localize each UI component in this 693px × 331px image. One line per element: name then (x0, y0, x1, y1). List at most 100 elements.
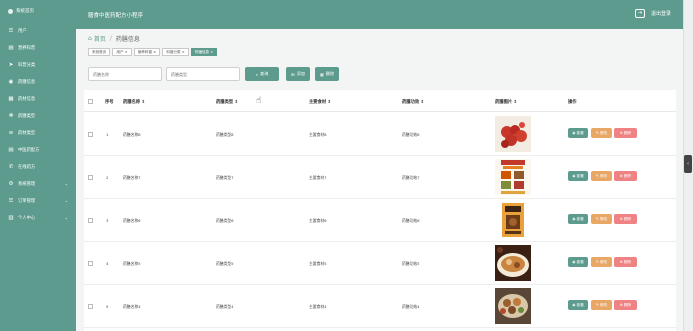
row-ingredient: 主要食材8 (309, 132, 327, 137)
row-name: 药膳名称8 (123, 132, 141, 137)
query-button[interactable]: ⌕ 查询 (245, 67, 279, 81)
header-type[interactable]: 药膳类型 ⇕ (216, 99, 238, 105)
logout-button[interactable]: ⇥ 退出登录 (634, 9, 671, 18)
edit-button[interactable]: ✎ 修改 (591, 214, 612, 224)
header-image[interactable]: 药膳图片 ⇕ (495, 99, 517, 105)
sidebar-item-category[interactable]: ➤ 科普分类 (0, 56, 76, 73)
sidebar-item-herbs[interactable]: ▦ 药材信息 (0, 90, 76, 107)
grid-icon: ▦ (8, 95, 14, 102)
sidebar-brand[interactable]: 系统首页 (0, 0, 76, 22)
eye-icon: ◉ (572, 260, 576, 264)
header-ingredient[interactable]: 主要食材 ⇕ (309, 99, 331, 105)
delete-button[interactable]: ⊗ 删除 (614, 257, 637, 267)
sidebar-item-label: 药材类型 (18, 130, 36, 136)
home-icon (8, 8, 13, 14)
view-button[interactable]: ◉ 查看 (568, 128, 588, 138)
delete-label: 删除 (325, 71, 335, 76)
delete-button[interactable]: ⊗ 删除 (614, 214, 637, 224)
delete-label: 删除 (623, 130, 632, 135)
sidebar-item-orders[interactable]: ☰ 订单管理 ⌄ (0, 192, 76, 209)
view-label: 查看 (576, 130, 584, 135)
diet-type-search-input[interactable] (166, 67, 240, 81)
trash-icon: ⊗ (619, 303, 623, 307)
row-checkbox[interactable] (88, 175, 93, 180)
sidebar-item-nutrition[interactable]: ▤ 营养科普 (0, 39, 76, 56)
search-icon: ⌕ (255, 71, 258, 77)
trash-icon: ⊗ (619, 131, 623, 135)
row-checkbox[interactable] (88, 132, 93, 137)
breadcrumb-home[interactable]: 首页 (94, 34, 106, 43)
table-row: 1 药膳名称8 药膳类型8 主要食材8 药膳功效8 ◉ 查看 ✎ 修改 ⊗ 删除 (84, 113, 676, 156)
bars-icon: ≡ (8, 129, 14, 136)
row-effect: 药膳功效8 (402, 132, 420, 137)
row-checkbox[interactable] (88, 218, 93, 223)
row-name: 药膳名称4 (123, 304, 141, 309)
delete-label: 删除 (623, 216, 632, 221)
header-effect[interactable]: 药膳功效 ⇕ (402, 99, 424, 105)
tag-medicated-diet[interactable]: 药膳信息 × (190, 48, 218, 56)
sidebar-item-label: 中医药配方 (18, 147, 40, 153)
diet-image (495, 202, 531, 238)
view-button[interactable]: ◉ 查看 (568, 300, 588, 310)
edit-label: 修改 (599, 130, 608, 135)
diet-name-search-input[interactable] (88, 67, 162, 81)
sidebar-item-online-prescription[interactable]: ✆ 在线药方 (0, 158, 76, 175)
eye-icon: ◉ (572, 174, 576, 178)
row-index: 1 (106, 132, 109, 137)
select-all-checkbox[interactable] (88, 99, 93, 104)
batch-delete-button[interactable]: ▦ 删除 (315, 67, 339, 81)
sidebar-brand-label: 系统首页 (16, 9, 34, 14)
row-index: 4 (106, 261, 109, 266)
row-effect: 药膳功效7 (402, 175, 420, 180)
tag-category[interactable]: 科普分类 × (162, 48, 189, 56)
sidebar: 系统首页 ☰ 用户 ▤ 营养科普 ➤ 科普分类 ◉ 药膳信息 ▦ 药材信息 ✻ 药膳类型 ≡… (0, 0, 76, 331)
row-name: 药膳名称6 (123, 218, 141, 223)
sidebar-item-label: 药膳信息 (18, 79, 36, 85)
table-row: 4 药膳名称5 药膳类型5 主要食材5 药膳功效5 ◉ 查看 ✎ 修改 ⊗ 删除 (84, 242, 676, 285)
edit-button[interactable]: ✎ 修改 (591, 128, 612, 138)
delete-button[interactable]: ⊗ 删除 (614, 300, 637, 310)
diet-image (495, 288, 531, 324)
view-button[interactable]: ◉ 查看 (568, 171, 588, 181)
delete-button[interactable]: ⊗ 删除 (614, 128, 637, 138)
header-name[interactable]: 药膳名称 ⇕ (123, 99, 145, 105)
row-ingredient: 主要食材6 (309, 218, 327, 223)
row-checkbox[interactable] (88, 304, 93, 309)
diet-image (495, 245, 531, 281)
sidebar-item-medicated-diet[interactable]: ◉ 药膳信息 (0, 73, 76, 90)
diet-image (495, 116, 531, 152)
edit-button[interactable]: ✎ 修改 (591, 257, 612, 267)
tag-home[interactable]: 系统首页 (88, 48, 111, 56)
delete-button[interactable]: ⊗ 删除 (614, 171, 637, 181)
book-icon: ▤ (8, 44, 14, 51)
row-ingredient: 主要食材5 (309, 261, 327, 266)
collapse-handle[interactable]: ‹ (684, 155, 692, 173)
row-type: 药膳类型6 (216, 218, 234, 223)
sidebar-item-herb-type[interactable]: ≡ 药材类型 (0, 124, 76, 141)
sidebar-item-profile[interactable]: ▥ 个人中心 ⌄ (0, 209, 76, 226)
logout-icon: ⇥ (634, 9, 645, 18)
edit-label: 修改 (599, 173, 608, 178)
edit-button[interactable]: ✎ 修改 (591, 300, 612, 310)
eye-icon: ◉ (572, 131, 576, 135)
row-checkbox[interactable] (88, 261, 93, 266)
sidebar-item-label: 药膳类型 (18, 113, 36, 119)
add-icon: ⊞ (291, 71, 295, 77)
sidebar-item-system[interactable]: ⚙ 系统管理 ⌄ (0, 175, 76, 192)
edit-icon: ✎ (595, 131, 599, 135)
sidebar-item-diet-type[interactable]: ✻ 药膳类型 (0, 107, 76, 124)
sidebar-item-user[interactable]: ☰ 用户 (0, 22, 76, 39)
add-button[interactable]: ⊞ 添加 (286, 67, 310, 81)
sidebar-item-formula[interactable]: ▤ 中医药配方 (0, 141, 76, 158)
tag-nutrition[interactable]: 营养科普 × (133, 48, 161, 56)
view-button[interactable]: ◉ 查看 (568, 257, 588, 267)
diet-image (495, 159, 531, 195)
sidebar-item-label: 系统管理 (18, 181, 36, 187)
edit-button[interactable]: ✎ 修改 (591, 171, 612, 181)
logout-label: 退出登录 (650, 11, 671, 17)
tag-user[interactable]: 用户 × (112, 48, 132, 56)
view-button[interactable]: ◉ 查看 (568, 214, 588, 224)
trash-icon: ⊗ (619, 174, 623, 178)
delete-label: 删除 (623, 259, 632, 264)
edit-label: 修改 (599, 302, 608, 307)
